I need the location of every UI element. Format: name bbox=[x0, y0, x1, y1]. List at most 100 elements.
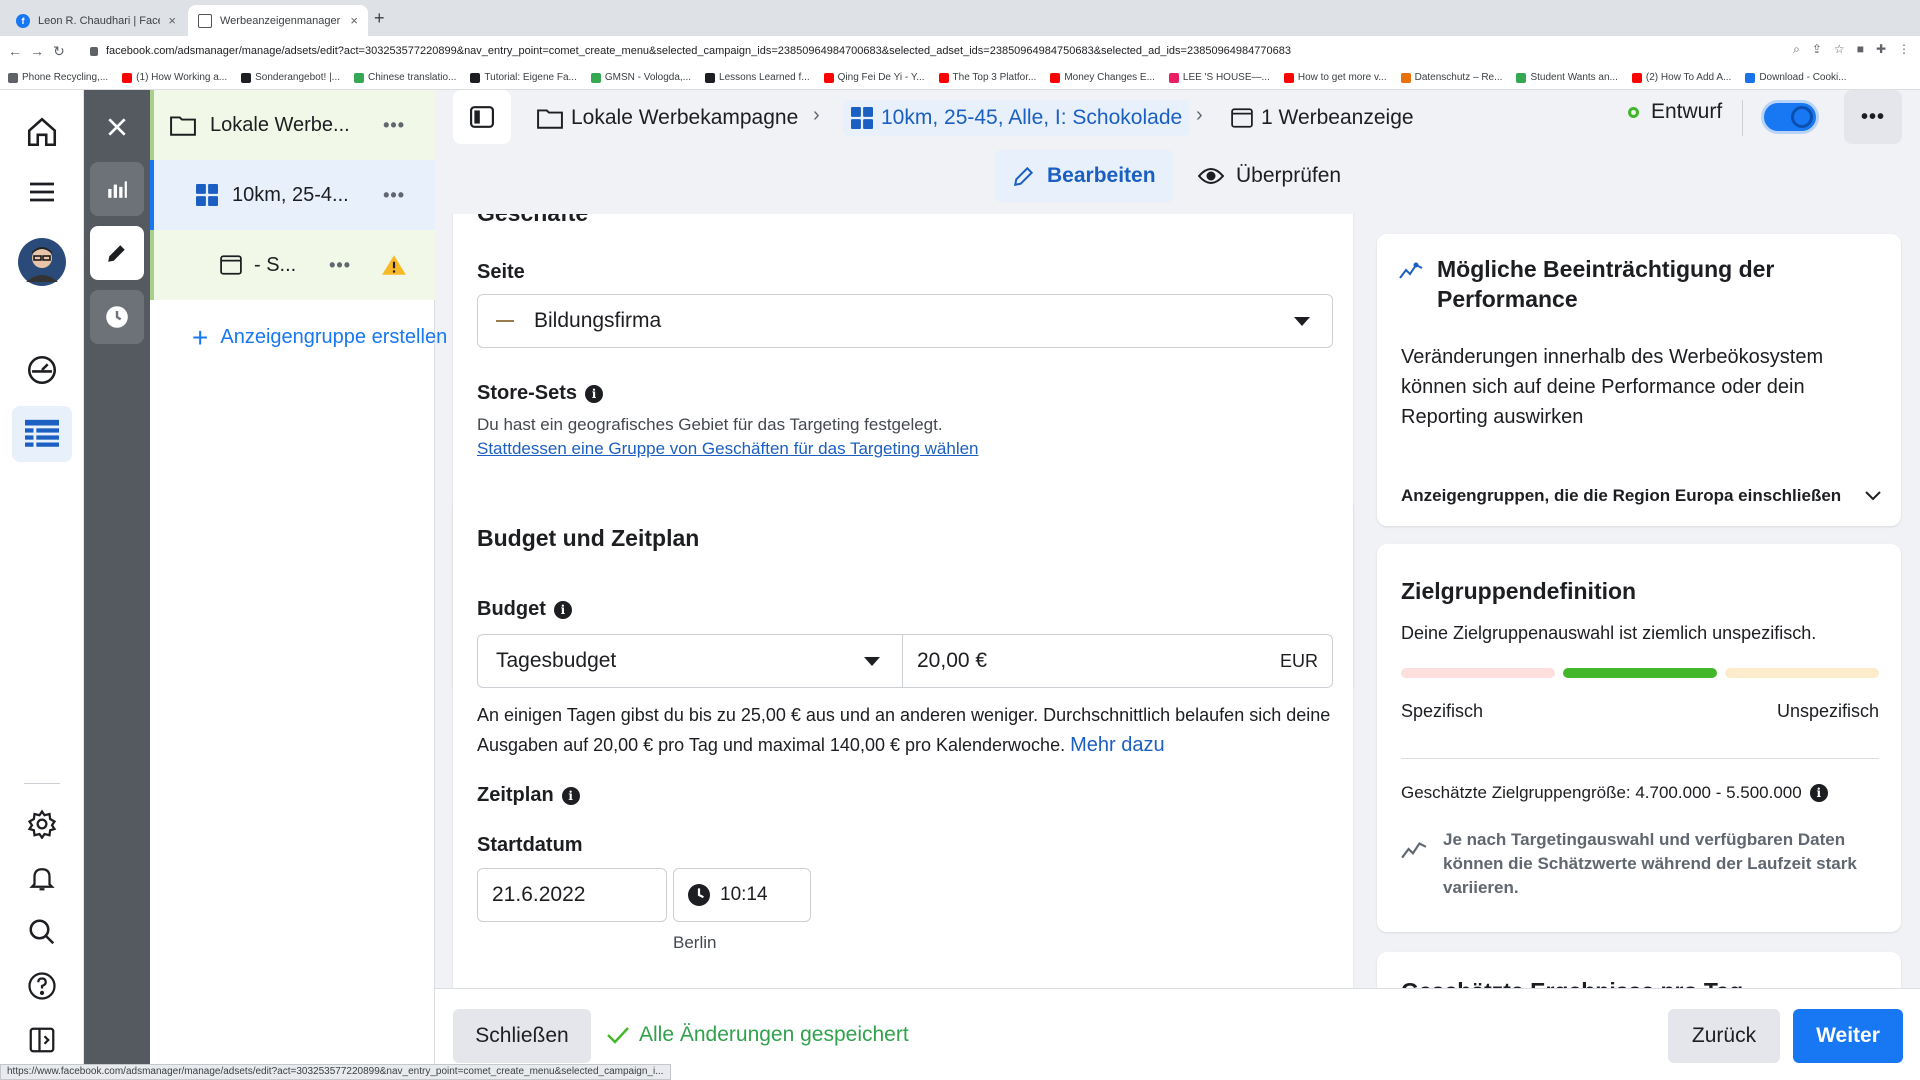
browser-tab-adsmanager[interactable]: Werbeanzeigenmanager - Wer... × bbox=[188, 5, 368, 36]
more-options-icon[interactable]: ••• bbox=[383, 115, 405, 136]
page-select[interactable]: Bildungsfirma bbox=[477, 294, 1333, 348]
new-tab-icon[interactable]: + bbox=[374, 8, 385, 29]
bookmark-item[interactable]: (2) How To Add A... bbox=[1631, 72, 1731, 83]
puzzle-icon[interactable]: ✚ bbox=[1876, 42, 1886, 57]
shops-heading: Geschäfte bbox=[477, 214, 588, 227]
bookmark-item[interactable]: Phone Recycling,... bbox=[8, 72, 108, 83]
notifications-bell-icon[interactable] bbox=[12, 850, 72, 906]
hamburger-menu-icon[interactable] bbox=[12, 164, 72, 220]
address-bar-icons: ⌕ ⇪ ☆ ■ ✚ ⋮ bbox=[1793, 42, 1910, 57]
bookmark-item[interactable]: Money Changes E... bbox=[1050, 72, 1155, 83]
bookmark-item[interactable]: Datenschutz – Re... bbox=[1400, 72, 1503, 83]
info-icon[interactable]: i bbox=[561, 786, 580, 805]
breadcrumb-campaign[interactable]: Lokale Werbekampagne bbox=[537, 100, 798, 136]
review-mode-button[interactable]: Überprüfen bbox=[1180, 150, 1359, 202]
toggle-panel-icon[interactable] bbox=[453, 90, 511, 144]
chart-bar-icon[interactable] bbox=[90, 162, 144, 216]
browser-tab-facebook[interactable]: f Leon R. Chaudhari | Facebook × bbox=[6, 5, 186, 36]
star-icon[interactable]: ☆ bbox=[1834, 42, 1845, 57]
tree-ad-label: - S... bbox=[254, 253, 297, 276]
start-time-input[interactable]: 10:14 bbox=[673, 868, 811, 922]
close-editor-icon[interactable] bbox=[90, 100, 144, 154]
warning-icon[interactable] bbox=[381, 254, 407, 276]
bookmark-item[interactable]: Student Wants an... bbox=[1516, 72, 1618, 83]
settings-gear-icon[interactable] bbox=[12, 796, 72, 852]
search-icon[interactable] bbox=[12, 904, 72, 960]
audience-body: Deine Zielgruppenauswahl ist ziemlich un… bbox=[1401, 623, 1817, 643]
share-icon[interactable]: ⇪ bbox=[1812, 42, 1822, 57]
budget-currency: EUR bbox=[1279, 650, 1318, 671]
bookmark-label: Chinese translatio... bbox=[368, 72, 457, 83]
tab-close-icon[interactable]: × bbox=[168, 13, 176, 28]
bookmark-item[interactable]: The Top 3 Platfor... bbox=[938, 72, 1036, 83]
saved-status: Alle Änderungen gespeichert bbox=[607, 1023, 909, 1047]
store-sets-link[interactable]: Stattdessen eine Gruppe von Geschäften f… bbox=[477, 439, 979, 458]
audience-divider bbox=[1401, 758, 1879, 759]
bookmark-item[interactable]: (1) How Working a... bbox=[122, 72, 227, 83]
ads-manager-table-icon[interactable] bbox=[12, 406, 72, 462]
more-info-link[interactable]: Mehr dazu bbox=[1070, 734, 1165, 756]
history-clock-icon[interactable] bbox=[90, 290, 144, 344]
url-field[interactable]: facebook.com/adsmanager/manage/adsets/ed… bbox=[90, 40, 1730, 62]
bookmark-item[interactable]: Sonderangebot! |... bbox=[241, 72, 340, 83]
bookmark-item[interactable]: GMSN - Vologda,... bbox=[590, 72, 691, 83]
tree-item-campaign[interactable]: Lokale Werbe... ••• bbox=[150, 90, 435, 160]
audience-gauge bbox=[1401, 668, 1879, 678]
region-expander[interactable]: Anzeigengruppen, die die Region Europa e… bbox=[1401, 486, 1881, 506]
extension-icon[interactable]: ■ bbox=[1857, 42, 1864, 57]
store-sets-link-row: Stattdessen eine Gruppe von Geschäften f… bbox=[477, 434, 979, 464]
plus-icon: + bbox=[192, 321, 209, 353]
help-icon[interactable] bbox=[12, 958, 72, 1014]
tree-item-adset[interactable]: 10km, 25-4... ••• bbox=[150, 160, 435, 230]
info-icon[interactable]: i bbox=[553, 600, 572, 619]
menu-icon[interactable]: ⋮ bbox=[1898, 42, 1910, 57]
more-options-icon[interactable]: ••• bbox=[329, 255, 351, 276]
bookmark-favicon-icon bbox=[241, 72, 252, 83]
publish-toggle[interactable] bbox=[1761, 100, 1819, 134]
report-panel-icon[interactable] bbox=[12, 1012, 72, 1068]
create-adset-label: Anzeigengruppe erstellen bbox=[220, 326, 448, 348]
bookmark-item[interactable]: How to get more v... bbox=[1283, 72, 1387, 83]
start-date-input[interactable]: 21.6.2022 bbox=[477, 868, 667, 922]
bookmark-label: (1) How Working a... bbox=[136, 72, 228, 83]
close-button[interactable]: Schließen bbox=[453, 1009, 591, 1063]
back-button[interactable]: Zurück bbox=[1668, 1009, 1780, 1063]
bookmark-item[interactable]: Tutorial: Eigene Fa... bbox=[470, 72, 577, 83]
zoom-icon[interactable]: ⌕ bbox=[1793, 42, 1800, 57]
next-button[interactable]: Weiter bbox=[1793, 1009, 1903, 1063]
back-arrow-icon[interactable]: ← bbox=[4, 43, 26, 59]
tab-close-icon[interactable]: × bbox=[350, 13, 358, 28]
budget-amount-input[interactable]: 20,00 € EUR bbox=[903, 635, 1332, 687]
forward-arrow-icon[interactable]: → bbox=[26, 43, 48, 59]
more-actions-button[interactable]: ••• bbox=[1844, 90, 1902, 144]
bookmark-favicon-icon bbox=[354, 72, 365, 83]
dashboard-gauge-icon[interactable] bbox=[12, 342, 72, 398]
bookmarks-bar: Phone Recycling,... (1) How Working a... S… bbox=[0, 66, 1920, 90]
more-options-icon[interactable]: ••• bbox=[383, 185, 405, 206]
bookmark-item[interactable]: Download - Cooki... bbox=[1745, 72, 1847, 83]
bookmark-item[interactable]: Qing Fei De Yi - Y... bbox=[823, 72, 925, 83]
adset-grid-icon bbox=[196, 184, 218, 206]
tree-adset-label: 10km, 25-4... bbox=[232, 183, 349, 206]
bookmark-item[interactable]: Lessons Learned f... bbox=[705, 72, 810, 83]
bookmark-label: Download - Cooki... bbox=[1759, 72, 1847, 83]
chevron-down-icon bbox=[864, 656, 880, 666]
budget-type-select[interactable]: Tagesbudget bbox=[478, 635, 903, 687]
avatar[interactable] bbox=[12, 234, 72, 290]
ad-page-icon bbox=[220, 255, 242, 275]
info-icon[interactable]: i bbox=[1809, 784, 1828, 802]
tree-item-ad[interactable]: - S... ••• bbox=[150, 230, 435, 300]
bookmark-item[interactable]: LEE 'S HOUSE—... bbox=[1168, 72, 1270, 83]
edit-mode-button[interactable]: Bearbeiten bbox=[995, 150, 1174, 202]
info-icon[interactable]: i bbox=[585, 384, 604, 403]
budget-type-value: Tagesbudget bbox=[496, 649, 617, 672]
home-icon[interactable] bbox=[12, 104, 72, 160]
breadcrumb-ad[interactable]: 1 Werbeanzeige bbox=[1231, 100, 1414, 136]
create-adset-button[interactable]: + Anzeigengruppe erstellen bbox=[192, 321, 448, 353]
breadcrumb-adset[interactable]: 10km, 25-45, Alle, I: Schokolade bbox=[843, 100, 1191, 136]
bookmark-item[interactable]: Chinese translatio... bbox=[354, 72, 456, 83]
bookmark-label: Datenschutz – Re... bbox=[1414, 72, 1503, 83]
breadcrumb-campaign-label: Lokale Werbekampagne bbox=[571, 106, 799, 129]
reload-icon[interactable]: ↻ bbox=[48, 43, 70, 60]
edit-pencil-icon[interactable] bbox=[90, 226, 144, 280]
